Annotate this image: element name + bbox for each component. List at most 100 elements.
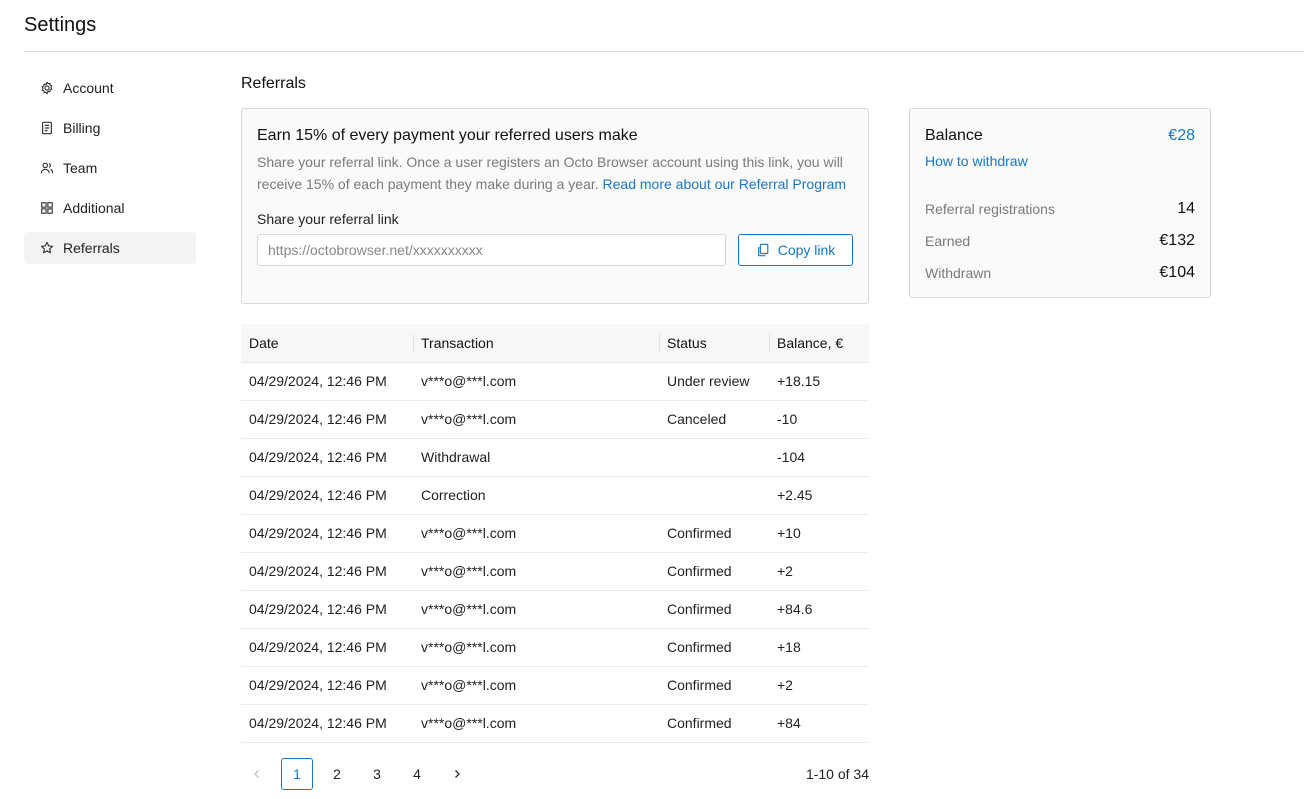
referral-info-card: Earn 15% of every payment your referred … <box>241 108 869 304</box>
cell-status: Confirmed <box>659 514 769 553</box>
cell-status: Confirmed <box>659 666 769 705</box>
settings-header: Settings <box>24 0 1304 52</box>
table-row: 04/29/2024, 12:46 PM v***o@***l.com Canc… <box>241 400 869 439</box>
share-link-row: Copy link <box>257 234 853 266</box>
next-page-button[interactable] <box>441 758 473 790</box>
cell-date: 04/29/2024, 12:46 PM <box>241 438 413 477</box>
cell-balance: +18 <box>769 628 869 667</box>
referral-description: Share your referral link. Once a user re… <box>257 151 857 195</box>
receipt-icon <box>40 121 54 135</box>
cell-date: 04/29/2024, 12:46 PM <box>241 628 413 667</box>
table-row: 04/29/2024, 12:46 PM v***o@***l.com Conf… <box>241 552 869 591</box>
read-more-link[interactable]: Read more about our Referral Program <box>603 176 847 192</box>
balance-stats: Referral registrations 14 Earned €132 Wi… <box>925 193 1195 289</box>
cell-date: 04/29/2024, 12:46 PM <box>241 514 413 553</box>
cell-status: Canceled <box>659 400 769 439</box>
balance-amount: €28 <box>1168 127 1195 144</box>
sidebar-item-label: Billing <box>63 120 101 136</box>
prev-page-button[interactable] <box>241 758 273 790</box>
share-link-label: Share your referral link <box>257 211 399 227</box>
sidebar-item-label: Referrals <box>63 240 120 256</box>
table-row: 04/29/2024, 12:46 PM Withdrawal -104 <box>241 438 869 477</box>
page-button-2[interactable]: 2 <box>321 758 353 790</box>
chevron-left-icon <box>254 770 259 778</box>
cell-transaction: v***o@***l.com <box>413 552 659 591</box>
cell-date: 04/29/2024, 12:46 PM <box>241 400 413 439</box>
table-header-row: Date Transaction Status Balance, € <box>241 324 869 363</box>
grid-icon <box>40 201 54 215</box>
column-header-transaction: Transaction <box>413 324 659 363</box>
cell-transaction: v***o@***l.com <box>413 666 659 705</box>
cell-date: 04/29/2024, 12:46 PM <box>241 704 413 743</box>
cell-date: 04/29/2024, 12:46 PM <box>241 362 413 401</box>
cell-status: Confirmed <box>659 628 769 667</box>
column-header-balance: Balance, € <box>769 324 869 363</box>
table-row: 04/29/2024, 12:46 PM v***o@***l.com Conf… <box>241 666 869 705</box>
cell-transaction: v***o@***l.com <box>413 628 659 667</box>
balance-card: Balance €28 How to withdraw Referral reg… <box>909 108 1211 298</box>
page-title: Settings <box>24 14 97 36</box>
referral-heading: Earn 15% of every payment your referred … <box>257 127 638 144</box>
cell-transaction: v***o@***l.com <box>413 400 659 439</box>
stat-value: €132 <box>1159 232 1195 249</box>
cell-balance: +84.6 <box>769 590 869 629</box>
stat-referral-registrations: Referral registrations 14 <box>925 193 1195 225</box>
transactions-table-wrapper: Date Transaction Status Balance, € 04/29… <box>241 324 869 743</box>
cell-date: 04/29/2024, 12:46 PM <box>241 552 413 591</box>
table-row: 04/29/2024, 12:46 PM v***o@***l.com Unde… <box>241 362 869 401</box>
cell-balance: +18.15 <box>769 362 869 401</box>
cell-balance: +10 <box>769 514 869 553</box>
star-icon <box>40 241 54 255</box>
settings-sidebar: Account Billing Team Additional Referral… <box>24 72 196 272</box>
team-icon <box>40 161 54 175</box>
cell-transaction: v***o@***l.com <box>413 590 659 629</box>
stat-label: Referral registrations <box>925 201 1055 217</box>
cell-balance: -10 <box>769 400 869 439</box>
cell-transaction: Correction <box>413 476 659 515</box>
page-button-1[interactable]: 1 <box>281 758 313 790</box>
sidebar-item-label: Team <box>63 160 98 176</box>
cell-date: 04/29/2024, 12:46 PM <box>241 666 413 705</box>
page-button-4[interactable]: 4 <box>401 758 433 790</box>
cell-transaction: Withdrawal <box>413 438 659 477</box>
table-row: 04/29/2024, 12:46 PM v***o@***l.com Conf… <box>241 514 869 553</box>
sidebar-item-label: Account <box>63 80 114 96</box>
cell-transaction: v***o@***l.com <box>413 704 659 743</box>
table-row: 04/29/2024, 12:46 PM v***o@***l.com Conf… <box>241 590 869 629</box>
transactions-table: Date Transaction Status Balance, € 04/29… <box>241 324 869 743</box>
cell-transaction: v***o@***l.com <box>413 362 659 401</box>
cell-status <box>659 476 769 515</box>
copy-link-button[interactable]: Copy link <box>738 234 853 266</box>
copy-link-label: Copy link <box>777 242 836 258</box>
column-header-status: Status <box>659 324 769 363</box>
balance-title: Balance <box>925 127 983 144</box>
table-row: 04/29/2024, 12:46 PM v***o@***l.com Conf… <box>241 704 869 743</box>
cell-status: Under review <box>659 362 769 401</box>
how-to-withdraw-link[interactable]: How to withdraw <box>925 153 1195 169</box>
cell-balance: +84 <box>769 704 869 743</box>
sidebar-item-team[interactable]: Team <box>24 152 196 184</box>
cell-balance: +2 <box>769 666 869 705</box>
copy-icon <box>756 243 770 257</box>
cell-date: 04/29/2024, 12:46 PM <box>241 590 413 629</box>
table-row: 04/29/2024, 12:46 PM v***o@***l.com Conf… <box>241 628 869 667</box>
sidebar-item-referrals[interactable]: Referrals <box>24 232 196 264</box>
column-header-date: Date <box>241 324 413 363</box>
cell-date: 04/29/2024, 12:46 PM <box>241 476 413 515</box>
sidebar-item-label: Additional <box>63 200 125 216</box>
stat-earned: Earned €132 <box>925 225 1195 257</box>
gear-icon <box>40 81 54 95</box>
sidebar-item-additional[interactable]: Additional <box>24 192 196 224</box>
page-button-3[interactable]: 3 <box>361 758 393 790</box>
stat-value: €104 <box>1159 264 1195 281</box>
table-row: 04/29/2024, 12:46 PM Correction +2.45 <box>241 476 869 515</box>
sidebar-item-billing[interactable]: Billing <box>24 112 196 144</box>
referral-link-input[interactable] <box>257 234 726 266</box>
stat-label: Withdrawn <box>925 265 992 281</box>
cell-balance: +2.45 <box>769 476 869 515</box>
pagination: 1 2 3 4 1-10 of 34 <box>241 758 869 790</box>
stat-value: 14 <box>1177 200 1195 217</box>
pagination-info: 1-10 of 34 <box>805 766 869 782</box>
cell-status: Confirmed <box>659 552 769 591</box>
sidebar-item-account[interactable]: Account <box>24 72 196 104</box>
